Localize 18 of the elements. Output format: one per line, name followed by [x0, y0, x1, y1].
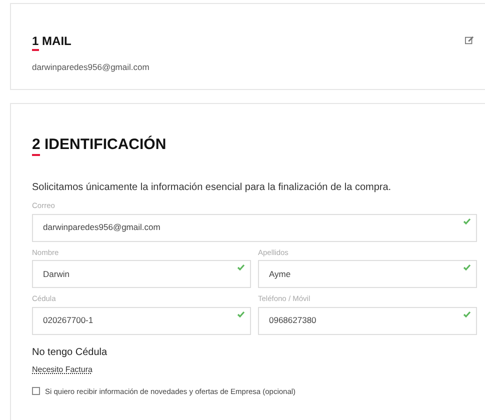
section-heading: 2 IDENTIFICACIÓN [32, 136, 166, 158]
invoice-link[interactable]: Necesito Factura [32, 364, 92, 376]
email-text: darwinparedes956@gmail.com [31, 61, 150, 74]
check-icon [463, 310, 471, 318]
check-icon [237, 310, 245, 318]
input-field[interactable]: 020267700-1 [32, 306, 251, 334]
newsletter-checkbox[interactable] [32, 387, 40, 396]
check-icon [237, 264, 245, 271]
section-heading: 1 MAIL [32, 34, 72, 52]
no-id-link[interactable]: No tengo Cédula [32, 344, 108, 360]
intro-text: Solicitamos únicamente la información esencial para la finalización de la compra. [32, 181, 392, 195]
input-field[interactable]: Ayme [258, 260, 477, 288]
check-icon [463, 218, 471, 224]
check-icon [463, 264, 471, 271]
input-field[interactable]: darwinparedes956@gmail.com [32, 214, 477, 242]
edit-icon[interactable] [465, 36, 474, 45]
input-field[interactable]: Darwin [32, 260, 251, 288]
input-field[interactable]: 0968627380 [258, 306, 477, 334]
